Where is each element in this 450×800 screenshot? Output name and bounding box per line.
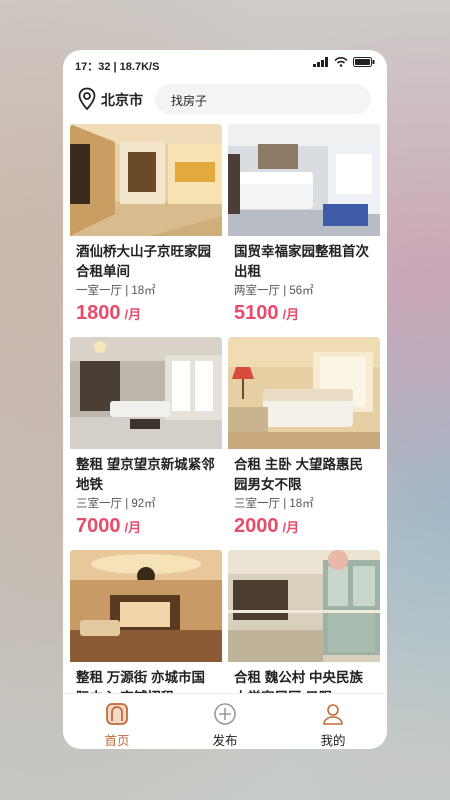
listing-price: 2000/月 [234, 515, 299, 538]
status-bar: 17：32 | 18.7K/S [63, 50, 387, 76]
listing-title: 酒仙桥大山子京旺家园合租单间 [76, 244, 211, 279]
listing-photo [70, 337, 222, 449]
phone-screen: 17：32 | 18.7K/S 北京市 找房子 酒仙桥大山子京旺家园合租单间 一… [63, 50, 387, 749]
price-unit: /月 [124, 307, 142, 322]
listing-meta: 一室一厅 | 18㎡ [76, 285, 156, 297]
listing-card[interactable]: 国贸幸福家园整租首次出租 两室一厅 | 56㎡ 5100/月 [228, 124, 380, 326]
listing-card[interactable]: 整租 望京望京新城紧邻地铁 三室一厅 | 92㎡ 7000/月 [70, 337, 222, 539]
tab-profile[interactable]: 我的 [279, 694, 387, 749]
listing-photo [70, 124, 222, 236]
tab-label: 我的 [320, 734, 346, 748]
header: 北京市 找房子 [63, 80, 387, 120]
listing-meta: 两室一厅 | 56㎡ [234, 285, 314, 297]
search-text: 找房子 [171, 94, 208, 108]
bottom-tab-bar: 首页 发布 我的 [63, 693, 387, 749]
price-value: 2000 [234, 515, 279, 537]
tab-label: 首页 [104, 734, 130, 748]
listing-title: 整租 万源街 亦城市国际中心 商铺招租 [76, 670, 206, 693]
listing-meta: 三室一厅 | 92㎡ [76, 498, 156, 510]
status-time: 17：32 | 18.7K/S [75, 61, 160, 73]
listing-price: 5100/月 [234, 302, 299, 325]
tab-home[interactable]: 首页 [63, 694, 171, 749]
listing-photo [228, 124, 380, 236]
listing-card[interactable]: 合租 魏公村 中央民族大学家属区 只限 [228, 550, 380, 693]
wifi-icon [334, 57, 348, 67]
listing-photo [228, 550, 380, 662]
listing-title: 整租 望京望京新城紧邻地铁 [76, 457, 215, 492]
listing-title: 合租 主卧 大望路惠民园男女不限 [234, 457, 364, 492]
location-pin-icon[interactable] [77, 87, 97, 111]
price-value: 5100 [234, 302, 279, 324]
price-unit: /月 [282, 307, 300, 322]
listing-card[interactable]: 酒仙桥大山子京旺家园合租单间 一室一厅 | 18㎡ 1800/月 [70, 124, 222, 326]
listing-grid: 酒仙桥大山子京旺家园合租单间 一室一厅 | 18㎡ 1800/月 国贸幸福家园整… [63, 120, 387, 693]
listing-card[interactable]: 整租 万源街 亦城市国际中心 商铺招租 [70, 550, 222, 693]
search-bar[interactable]: 找房子 [155, 84, 371, 114]
listing-title: 合租 魏公村 中央民族大学家属区 只限 [234, 670, 364, 693]
price-unit: /月 [282, 520, 300, 535]
battery-icon [353, 57, 375, 67]
price-value: 1800 [76, 302, 121, 324]
listing-photo [228, 337, 380, 449]
listing-photo [70, 550, 222, 662]
listing-title: 国贸幸福家园整租首次出租 [234, 244, 369, 279]
listing-meta: 三室一厅 | 18㎡ [234, 498, 314, 510]
plus-circle-icon [214, 703, 236, 725]
tab-label: 发布 [212, 734, 238, 748]
tab-publish[interactable]: 发布 [171, 694, 279, 749]
listing-card[interactable]: 合租 主卧 大望路惠民园男女不限 三室一厅 | 18㎡ 2000/月 [228, 337, 380, 539]
user-icon [323, 704, 343, 725]
home-icon [106, 703, 128, 725]
price-unit: /月 [124, 520, 142, 535]
listing-price: 1800/月 [76, 302, 141, 325]
listing-price: 7000/月 [76, 515, 141, 538]
city-selector[interactable]: 北京市 [101, 90, 143, 110]
status-icons [313, 57, 375, 67]
price-value: 7000 [76, 515, 121, 537]
signal-icon [313, 57, 328, 67]
